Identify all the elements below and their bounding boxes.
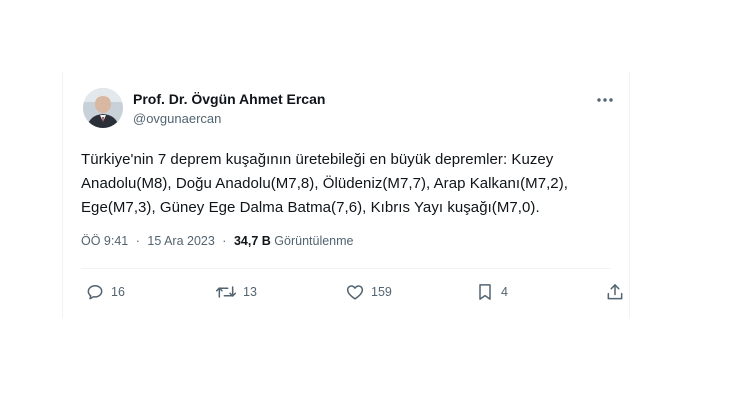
author-handle[interactable]: @ovgunaercan: [133, 111, 221, 126]
bookmark-button[interactable]: 4: [475, 280, 508, 304]
like-button[interactable]: 159: [345, 280, 392, 304]
tweet-time[interactable]: ÖÖ 9:41: [81, 234, 128, 248]
bookmark-count: 4: [501, 285, 508, 299]
tweet-text: Türkiye'nin 7 deprem kuşağının üretebile…: [81, 151, 568, 216]
share-button[interactable]: [605, 280, 625, 304]
retweet-icon: [215, 286, 237, 298]
reply-button[interactable]: 16: [85, 280, 125, 304]
retweet-button[interactable]: 13: [215, 280, 257, 304]
views-count: 34,7 B: [233, 234, 271, 248]
tweet-date[interactable]: 15 Ara 2023: [147, 234, 214, 248]
reply-icon: [87, 285, 103, 300]
meta-separator: ·: [222, 234, 227, 248]
author-name[interactable]: Prof. Dr. Övgün Ahmet Ercan: [133, 91, 325, 107]
heart-icon: [346, 285, 364, 300]
tweet-card: Prof. Dr. Övgün Ahmet Ercan @ovgunaercan…: [62, 72, 630, 318]
more-horizontal-icon[interactable]: [593, 90, 617, 110]
meta-separator: ·: [135, 234, 140, 248]
divider: [81, 268, 611, 269]
like-count: 159: [371, 285, 392, 299]
retweet-count: 13: [243, 285, 257, 299]
bookmark-icon: [479, 284, 491, 300]
action-bar: 16 13 159 4: [81, 280, 631, 304]
reply-count: 16: [111, 285, 125, 299]
share-icon: [607, 284, 623, 300]
views-label: Görüntülenme: [274, 234, 354, 248]
tweet-meta: ÖÖ 9:41 · 15 Ara 2023 · 34,7 B Görüntüle…: [81, 234, 354, 248]
avatar[interactable]: [83, 88, 123, 128]
